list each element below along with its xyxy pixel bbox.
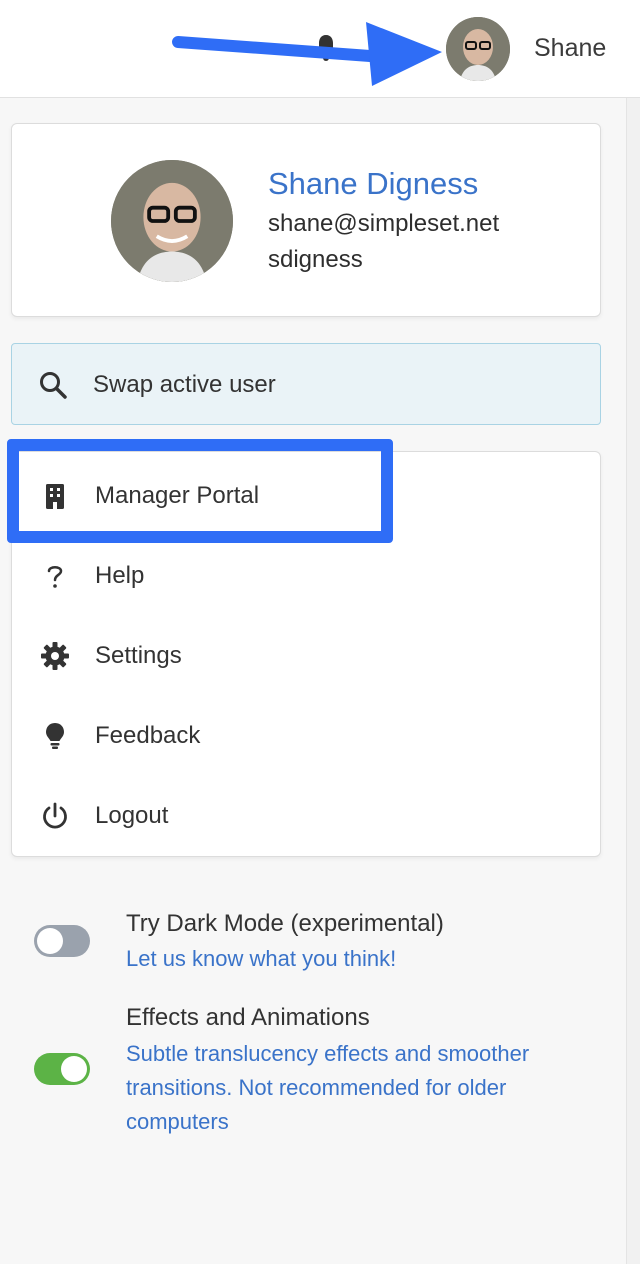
menu-item-label: Help bbox=[95, 562, 145, 589]
toggle-knob bbox=[37, 928, 63, 954]
dark-mode-feedback-link[interactable]: Let us know what you think! bbox=[126, 942, 586, 976]
power-icon bbox=[43, 802, 67, 829]
avatar-photo bbox=[111, 160, 233, 282]
gear-icon bbox=[41, 642, 69, 670]
profile-handle: sdigness bbox=[268, 246, 363, 273]
user-menu: Manager Portal Help Settings Feedback Lo… bbox=[11, 451, 601, 857]
top-bar: Shane bbox=[0, 0, 640, 98]
profile-card: Shane Digness shane@simpleset.net sdigne… bbox=[11, 123, 601, 317]
search-icon bbox=[40, 372, 67, 399]
dark-mode-title: Try Dark Mode (experimental) bbox=[126, 910, 444, 937]
menu-item-label: Logout bbox=[95, 802, 169, 829]
menu-item-label: Manager Portal bbox=[95, 482, 260, 509]
scroll-gutter bbox=[626, 98, 640, 1264]
avatar-photo bbox=[446, 17, 510, 81]
profile-avatar bbox=[111, 160, 233, 282]
lightbulb-icon bbox=[46, 723, 64, 749]
menu-item-label: Settings bbox=[95, 642, 182, 669]
profile-name[interactable]: Shane Digness bbox=[268, 166, 478, 202]
menu-item-settings[interactable]: Settings bbox=[12, 615, 602, 695]
top-username[interactable]: Shane bbox=[534, 34, 606, 63]
swap-active-user-button[interactable]: Swap active user bbox=[11, 343, 601, 425]
effects-description: Subtle translucency effects and smoother… bbox=[126, 1041, 530, 1134]
swap-active-user-label: Swap active user bbox=[93, 371, 276, 398]
annotation-arrow bbox=[172, 22, 442, 86]
menu-item-feedback[interactable]: Feedback bbox=[12, 695, 602, 775]
effects-toggle[interactable] bbox=[34, 1053, 90, 1085]
menu-item-logout[interactable]: Logout bbox=[12, 775, 602, 855]
menu-item-label: Feedback bbox=[95, 722, 201, 749]
dark-mode-toggle[interactable] bbox=[34, 925, 90, 957]
toggle-knob bbox=[61, 1056, 87, 1082]
building-icon bbox=[46, 484, 64, 509]
menu-item-help[interactable]: Help bbox=[12, 535, 602, 615]
effects-title: Effects and Animations bbox=[126, 1004, 370, 1031]
menu-item-manager-portal[interactable]: Manager Portal bbox=[12, 455, 602, 535]
profile-email: shane@simpleset.net bbox=[268, 210, 500, 237]
question-icon bbox=[47, 566, 63, 588]
avatar[interactable] bbox=[446, 17, 510, 81]
